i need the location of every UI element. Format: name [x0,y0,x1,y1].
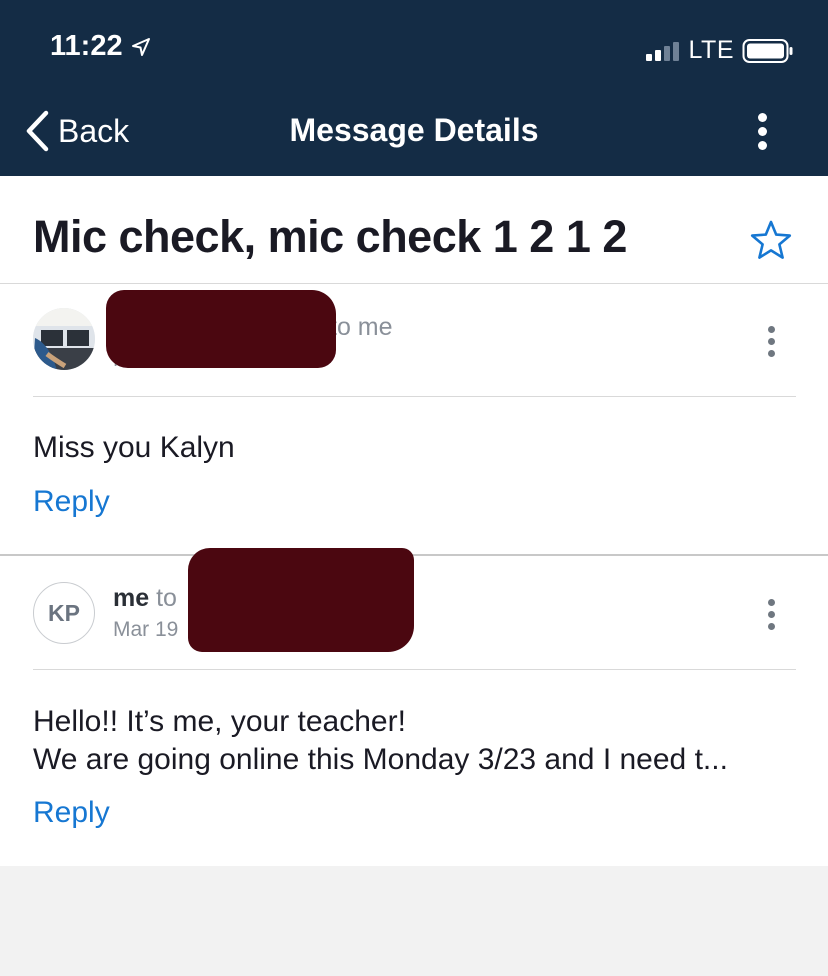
message-2-sender: me [113,584,150,612]
status-time: 11:22 [50,30,123,62]
message-2-options-button[interactable] [762,597,782,633]
redacted-sender [106,290,336,368]
location-arrow-icon [131,37,150,56]
back-button[interactable]: Back [24,110,129,152]
network-type: LTE [688,36,734,64]
message-1-header-divider [33,396,796,397]
back-label: Back [58,112,130,149]
message-2-recipient: to [156,584,177,612]
message-subject: Mic check, mic check 1 2 1 2 [33,211,627,262]
subject-divider [0,283,828,284]
message-1-body: Miss you Kalyn [33,431,235,464]
message-2-header-divider [33,669,796,670]
status-time-group: 11:22 [50,30,151,63]
message-thread: Mic check, mic check 1 2 1 2 to me Mar 1… [0,176,828,866]
status-indicators: LTE [645,36,795,65]
signal-icon [645,41,679,61]
star-button[interactable] [750,220,792,265]
message-1-options-button[interactable] [762,324,782,360]
top-bar: 11:22 LTE Back Message Details [0,0,828,176]
message-2-reply-link[interactable]: Reply [33,796,110,830]
message-1-reply-link[interactable]: Reply [33,485,110,519]
message-2-body: Hello!! It’s me, your teacher! We are go… [33,703,728,779]
message-2-body-line-2: We are going online this Monday 3/23 and… [33,743,728,776]
message-2-date: Mar 19 [113,618,179,641]
sender-avatar[interactable] [33,308,95,370]
message-2-sender-line: me to [113,584,177,613]
message-2-body-line-1: Hello!! It’s me, your teacher! [33,705,406,738]
redacted-recipient [188,548,414,652]
message-separator [0,554,828,556]
sender-avatar-initials[interactable]: KP [33,582,95,644]
chevron-left-icon [26,110,49,152]
battery-icon [742,38,793,63]
star-icon [750,220,792,259]
more-options-button[interactable] [752,110,776,154]
message-1-recipient: to me [330,313,393,341]
avatar-photo-image [33,308,95,370]
